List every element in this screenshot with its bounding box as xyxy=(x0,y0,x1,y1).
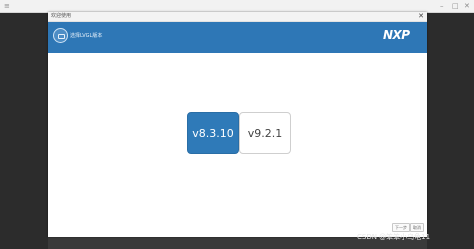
cancel-button[interactable]: 取消 xyxy=(410,223,424,232)
version-button-v9[interactable]: v9.2.1 xyxy=(239,112,291,154)
version-button-v8[interactable]: v8.3.10 xyxy=(187,112,239,154)
background-left xyxy=(0,13,48,249)
header-banner: 选择LVGL版本 NXP xyxy=(48,22,427,53)
next-button[interactable]: 下一步 xyxy=(392,223,410,232)
menu-icon[interactable]: ≡ xyxy=(4,2,10,10)
chip-icon xyxy=(53,28,68,43)
watermark: CSDN @笨笨小乌龟11 xyxy=(357,233,431,241)
version-dialog: 欢迎使用 ✕ 选择LVGL版本 NXP v8.3.10 v9.2.1 下一步 取… xyxy=(48,12,427,237)
maximize-icon[interactable]: □ xyxy=(452,2,459,10)
background-right xyxy=(427,13,474,249)
nxp-logo: NXP xyxy=(383,28,410,42)
dialog-titlebar: 欢迎使用 ✕ xyxy=(48,12,427,22)
dialog-title: 欢迎使用 xyxy=(51,13,72,19)
banner-title: 选择LVGL版本 xyxy=(70,33,103,39)
close-icon[interactable]: ✕ xyxy=(464,2,470,10)
dialog-close-button[interactable]: ✕ xyxy=(418,12,424,21)
minimize-icon[interactable]: – xyxy=(440,2,444,10)
